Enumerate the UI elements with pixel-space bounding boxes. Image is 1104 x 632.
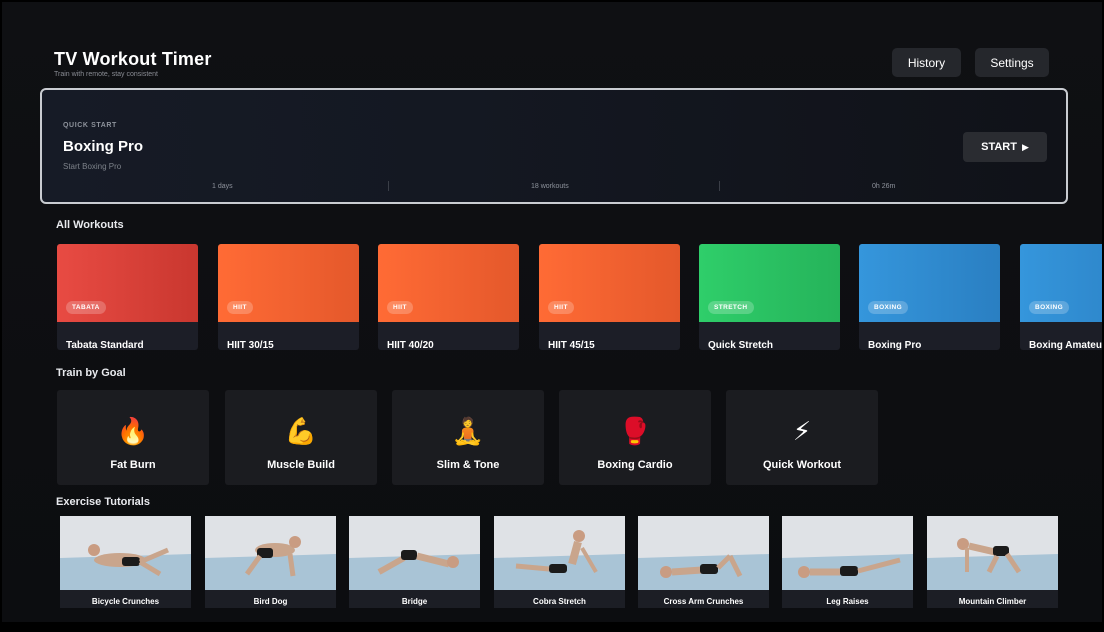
play-icon: ▶	[1021, 141, 1029, 152]
stat-total-time: 0h 26m	[872, 183, 896, 190]
workout-type-badge: HIIT	[387, 301, 413, 314]
tutorial-card[interactable]: Cross Arm Crunches	[638, 516, 769, 608]
workout-card[interactable]: STRETCH Quick Stretch	[699, 244, 840, 350]
history-button[interactable]: History	[892, 48, 961, 77]
quick-start-label: QUICK START	[63, 122, 117, 129]
workout-type-badge: BOXING	[1029, 301, 1070, 314]
goal-card-quick-workout[interactable]: ⚡ Quick Workout	[726, 390, 878, 485]
exercise-thumbnail	[927, 516, 1058, 608]
tutorial-label: Bridge	[401, 597, 428, 606]
workout-type-badge: TABATA	[66, 301, 106, 314]
exercise-tutorials-title: Exercise Tutorials	[56, 496, 150, 508]
goal-label: Muscle Build	[267, 459, 335, 471]
exercise-thumbnail	[60, 516, 191, 608]
tutorial-label: Leg Raises	[826, 597, 869, 606]
workout-type-badge: BOXING	[868, 301, 909, 314]
exercise-thumbnail	[782, 516, 913, 608]
yoga-icon: 🧘	[451, 416, 485, 446]
settings-button[interactable]: Settings	[975, 48, 1049, 77]
app-subtitle: Train with remote, stay consistent	[54, 71, 159, 78]
exercise-thumbnail	[349, 516, 480, 608]
goal-card-muscle-build[interactable]: 💪 Muscle Build	[225, 390, 377, 485]
workout-name: Quick Stretch	[708, 340, 774, 350]
goal-card-boxing-cardio[interactable]: 🥊 Boxing Cardio	[559, 390, 711, 485]
goal-label: Boxing Cardio	[597, 459, 673, 471]
stat-workouts-count: 18 workouts	[531, 183, 569, 190]
fire-icon: 🔥	[116, 416, 150, 446]
workout-type-badge: STRETCH	[708, 301, 754, 314]
boxing-glove-icon: 🥊	[618, 416, 652, 446]
exercise-thumbnail	[205, 516, 336, 608]
workout-name: HIIT 30/15	[227, 340, 274, 350]
tutorial-label: Mountain Climber	[958, 597, 1027, 606]
quick-start-title: Boxing Pro	[63, 138, 144, 155]
goal-card-fat-burn[interactable]: 🔥 Fat Burn	[57, 390, 209, 485]
tutorial-label: Bicycle Crunches	[91, 597, 160, 606]
tutorial-label: Bird Dog	[253, 597, 288, 606]
tutorial-card[interactable]: Mountain Climber	[927, 516, 1058, 608]
tutorial-card[interactable]: Cobra Stretch	[494, 516, 625, 608]
all-workouts-title: All Workouts	[56, 219, 124, 231]
workout-card[interactable]: HIIT HIIT 45/15	[539, 244, 680, 350]
start-label: START	[981, 141, 1017, 153]
workout-name: Boxing Amateur	[1029, 340, 1102, 350]
exercise-thumbnail	[494, 516, 625, 608]
workout-name: Boxing Pro	[868, 340, 922, 350]
stat-divider	[388, 181, 389, 191]
tutorial-card[interactable]: Leg Raises	[782, 516, 913, 608]
goal-label: Quick Workout	[762, 459, 842, 471]
workout-card[interactable]: BOXING Boxing Pro	[859, 244, 1000, 350]
goal-label: Slim & Tone	[436, 459, 500, 471]
app-title: TV Workout Timer	[54, 49, 212, 69]
workout-type-badge: HIIT	[548, 301, 574, 314]
flexed-biceps-icon: 💪	[284, 416, 318, 446]
lightning-icon: ⚡	[792, 416, 812, 446]
exercise-thumbnail	[638, 516, 769, 608]
stat-divider	[719, 181, 720, 191]
tutorial-label: Cross Arm Crunches	[663, 597, 744, 606]
quick-start-card[interactable]: QUICK START Boxing Pro Start Boxing Pro …	[40, 88, 1068, 204]
tutorial-card[interactable]: Bicycle Crunches	[60, 516, 191, 608]
train-by-goal-title: Train by Goal	[56, 367, 126, 379]
workout-card[interactable]: HIIT HIIT 40/20	[378, 244, 519, 350]
goal-card-slim-tone[interactable]: 🧘 Slim & Tone	[392, 390, 544, 485]
workout-card[interactable]: TABATA Tabata Standard	[57, 244, 198, 350]
tutorial-label: Cobra Stretch	[533, 597, 586, 606]
workout-type-badge: HIIT	[227, 301, 253, 314]
workout-card[interactable]: HIIT HIIT 30/15	[218, 244, 359, 350]
tutorial-card[interactable]: Bridge	[349, 516, 480, 608]
workout-name: HIIT 45/15	[548, 340, 595, 350]
workout-name: HIIT 40/20	[387, 340, 434, 350]
stat-streak-days: 1 days	[212, 183, 233, 190]
start-button[interactable]: START ▶	[963, 132, 1047, 162]
goal-label: Fat Burn	[110, 459, 156, 471]
app-screen: TV Workout Timer Train with remote, stay…	[2, 2, 1102, 622]
quick-start-subtitle: Start Boxing Pro	[63, 162, 122, 171]
workout-card[interactable]: BOXING Boxing Amateur	[1020, 244, 1102, 350]
workout-name: Tabata Standard	[66, 340, 144, 350]
tutorial-card[interactable]: Bird Dog	[205, 516, 336, 608]
